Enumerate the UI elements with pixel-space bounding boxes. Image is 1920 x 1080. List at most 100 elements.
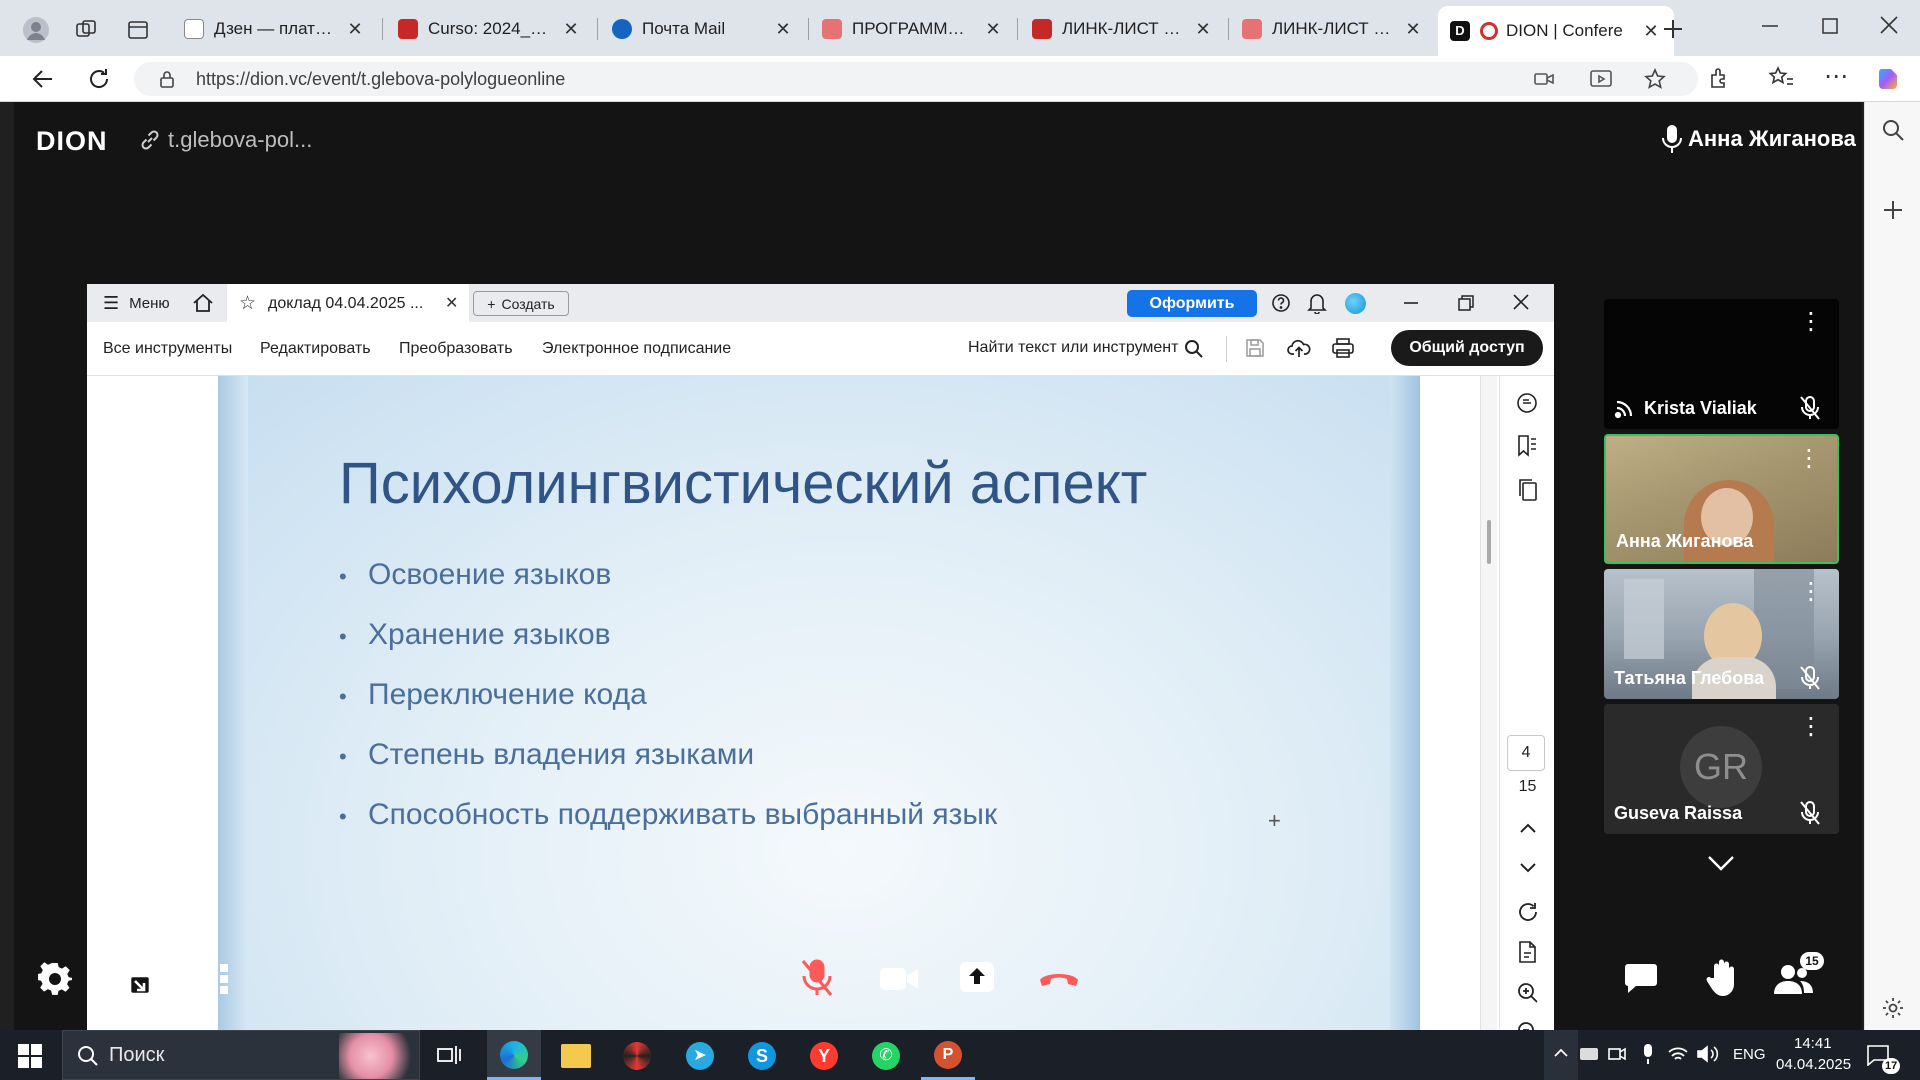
screen-share-button-icon[interactable] — [960, 962, 994, 992]
page-fit-icon[interactable] — [1517, 940, 1539, 964]
minimize-window-icon[interactable] — [1760, 16, 1780, 36]
add-sidebar-icon[interactable] — [1881, 198, 1905, 222]
close-tab-icon[interactable]: ✕ — [560, 19, 582, 40]
tile-more-icon[interactable]: ⋮ — [1799, 310, 1823, 334]
profile-icon[interactable] — [22, 16, 50, 44]
esign-menu[interactable]: Электронное подписание — [542, 340, 731, 358]
pdf-close-icon[interactable] — [1512, 293, 1530, 311]
pdf-menu-button[interactable]: ☰ Меню — [103, 293, 170, 314]
sidebar-settings-icon[interactable] — [1881, 996, 1905, 1020]
tab-link-list-1[interactable]: ЛИНК-ЛИСТ КОНФ ✕ — [1020, 6, 1226, 52]
more-participants-chevron-icon[interactable] — [1706, 854, 1736, 872]
screen-layout-icon[interactable] — [118, 964, 152, 996]
notifications-bell-icon[interactable] — [1307, 292, 1327, 314]
favorites-icon[interactable] — [1768, 66, 1794, 90]
participant-tile-anna[interactable]: ⋮ Анна Жиганова — [1604, 434, 1839, 564]
clock-time[interactable]: 14:41 — [1794, 1035, 1832, 1052]
link-icon[interactable] — [138, 128, 162, 152]
settings-gear-icon[interactable] — [38, 962, 72, 996]
windows-start-icon[interactable] — [18, 1044, 42, 1068]
close-window-icon[interactable] — [1878, 14, 1900, 36]
close-tab-icon[interactable]: ✕ — [1192, 19, 1214, 40]
convert-menu[interactable]: Преобразовать — [399, 340, 513, 358]
scrollbar-thumb[interactable] — [1487, 520, 1491, 564]
create-button[interactable]: + Создать — [473, 291, 569, 316]
search-icon[interactable] — [1881, 118, 1905, 142]
subscribe-button[interactable]: Оформить — [1127, 290, 1257, 317]
close-tab-icon[interactable]: ✕ — [1402, 19, 1424, 40]
volume-icon[interactable] — [1697, 1045, 1719, 1063]
search-icon[interactable] — [1184, 339, 1204, 359]
apps-grid-icon[interactable] — [198, 964, 228, 994]
close-tab-icon[interactable]: ✕ — [772, 19, 794, 40]
save-icon[interactable] — [1245, 338, 1265, 358]
whatsapp-icon[interactable]: ✆ — [872, 1042, 900, 1070]
pages-icon[interactable] — [1517, 478, 1539, 502]
close-tab-icon[interactable]: ✕ — [1640, 21, 1662, 42]
account-avatar[interactable] — [1345, 293, 1366, 314]
tab-link-list-2[interactable]: ЛИНК-ЛИСТ КОНФ ✕ — [1230, 6, 1436, 52]
chat-icon[interactable] — [1624, 962, 1658, 994]
more-menu-icon[interactable]: ⋯ — [1824, 62, 1848, 91]
clock-date[interactable]: 04.04.2025 — [1776, 1056, 1851, 1073]
event-link-text[interactable]: t.glebova-pol... — [168, 127, 312, 153]
close-tab-icon[interactable]: ✕ — [344, 19, 366, 40]
pdf-minimize-icon[interactable] — [1402, 294, 1420, 312]
tile-more-icon[interactable]: ⋮ — [1797, 447, 1821, 471]
file-explorer-icon[interactable] — [561, 1044, 591, 1068]
zoom-in-icon[interactable] — [1517, 982, 1539, 1004]
page-up-chevron-icon[interactable] — [1518, 821, 1538, 835]
all-tools-menu[interactable]: Все инструменты — [103, 340, 232, 358]
yandex-browser-icon[interactable]: Y — [810, 1042, 838, 1070]
help-icon[interactable] — [1271, 293, 1291, 313]
raise-hand-icon[interactable] — [1706, 958, 1740, 998]
maximize-window-icon[interactable] — [1820, 16, 1840, 36]
cast-icon[interactable] — [1590, 69, 1612, 89]
lock-icon[interactable] — [158, 70, 176, 88]
tab-mail[interactable]: Почта Mail ✕ — [600, 6, 806, 52]
camera-permission-icon[interactable] — [1534, 70, 1554, 88]
reload-icon[interactable] — [86, 66, 112, 92]
rotate-icon[interactable] — [1517, 901, 1539, 923]
pdf-restore-icon[interactable] — [1457, 294, 1475, 312]
tab-programma[interactable]: ПРОГРАММА КОНФ ✕ — [810, 6, 1016, 52]
camera-button-icon[interactable] — [880, 966, 918, 992]
url-field[interactable]: https://dion.vc/event/t.glebova-polylogu… — [134, 62, 1698, 96]
share-button[interactable]: Общий доступ — [1391, 330, 1543, 366]
skype-icon[interactable]: S — [748, 1042, 776, 1070]
taskbar-edge[interactable] — [487, 1030, 541, 1080]
camera-tray-icon[interactable] — [1608, 1045, 1626, 1063]
hang-up-button-icon[interactable] — [1038, 968, 1080, 988]
workspaces-icon[interactable] — [74, 18, 98, 42]
telegram-icon[interactable]: ➤ — [686, 1042, 714, 1070]
new-tab-icon[interactable] — [1660, 16, 1686, 42]
print-icon[interactable] — [1332, 338, 1354, 358]
tab-curso[interactable]: Curso: 2024_2025 A\ ✕ — [386, 6, 594, 52]
extensions-icon[interactable] — [1708, 66, 1732, 90]
bookmark-icon[interactable] — [1516, 434, 1538, 458]
page-number-input[interactable]: 4 — [1507, 735, 1545, 771]
battery-icon[interactable] — [1580, 1048, 1598, 1060]
app-icon[interactable] — [623, 1042, 651, 1070]
upload-cloud-icon[interactable] — [1287, 337, 1311, 359]
copilot-icon[interactable] — [1875, 65, 1903, 93]
comment-icon[interactable] — [1515, 391, 1539, 415]
show-hidden-icons-button[interactable] — [1544, 1030, 1578, 1080]
tile-more-icon[interactable]: ⋮ — [1799, 715, 1823, 739]
back-icon[interactable] — [30, 66, 56, 92]
mic-muted-button-icon[interactable] — [800, 958, 834, 998]
wifi-icon[interactable] — [1667, 1045, 1689, 1063]
tab-dzen[interactable]: Дзен — платформа ✕ — [172, 6, 378, 52]
page-down-chevron-icon[interactable] — [1518, 861, 1538, 875]
microphone-tray-icon[interactable] — [1641, 1043, 1655, 1065]
participant-tile-tatyana[interactable]: ⋮ Татьяна Глебова — [1604, 569, 1839, 699]
vertical-scrollbar[interactable] — [1480, 376, 1497, 1053]
home-icon[interactable] — [192, 293, 214, 313]
favorite-star-icon[interactable] — [1644, 68, 1666, 90]
input-language[interactable]: ENG — [1733, 1046, 1766, 1063]
find-tool-field[interactable]: Найти текст или инструмент — [968, 339, 1178, 357]
participant-tile-krista[interactable]: ⋮ Krista Vialiak — [1604, 299, 1839, 429]
edit-menu[interactable]: Редактировать — [260, 340, 371, 358]
taskbar-search-box[interactable]: Поиск — [62, 1030, 420, 1080]
participant-tile-guseva[interactable]: GR ⋮ Guseva Raissa — [1604, 704, 1839, 834]
